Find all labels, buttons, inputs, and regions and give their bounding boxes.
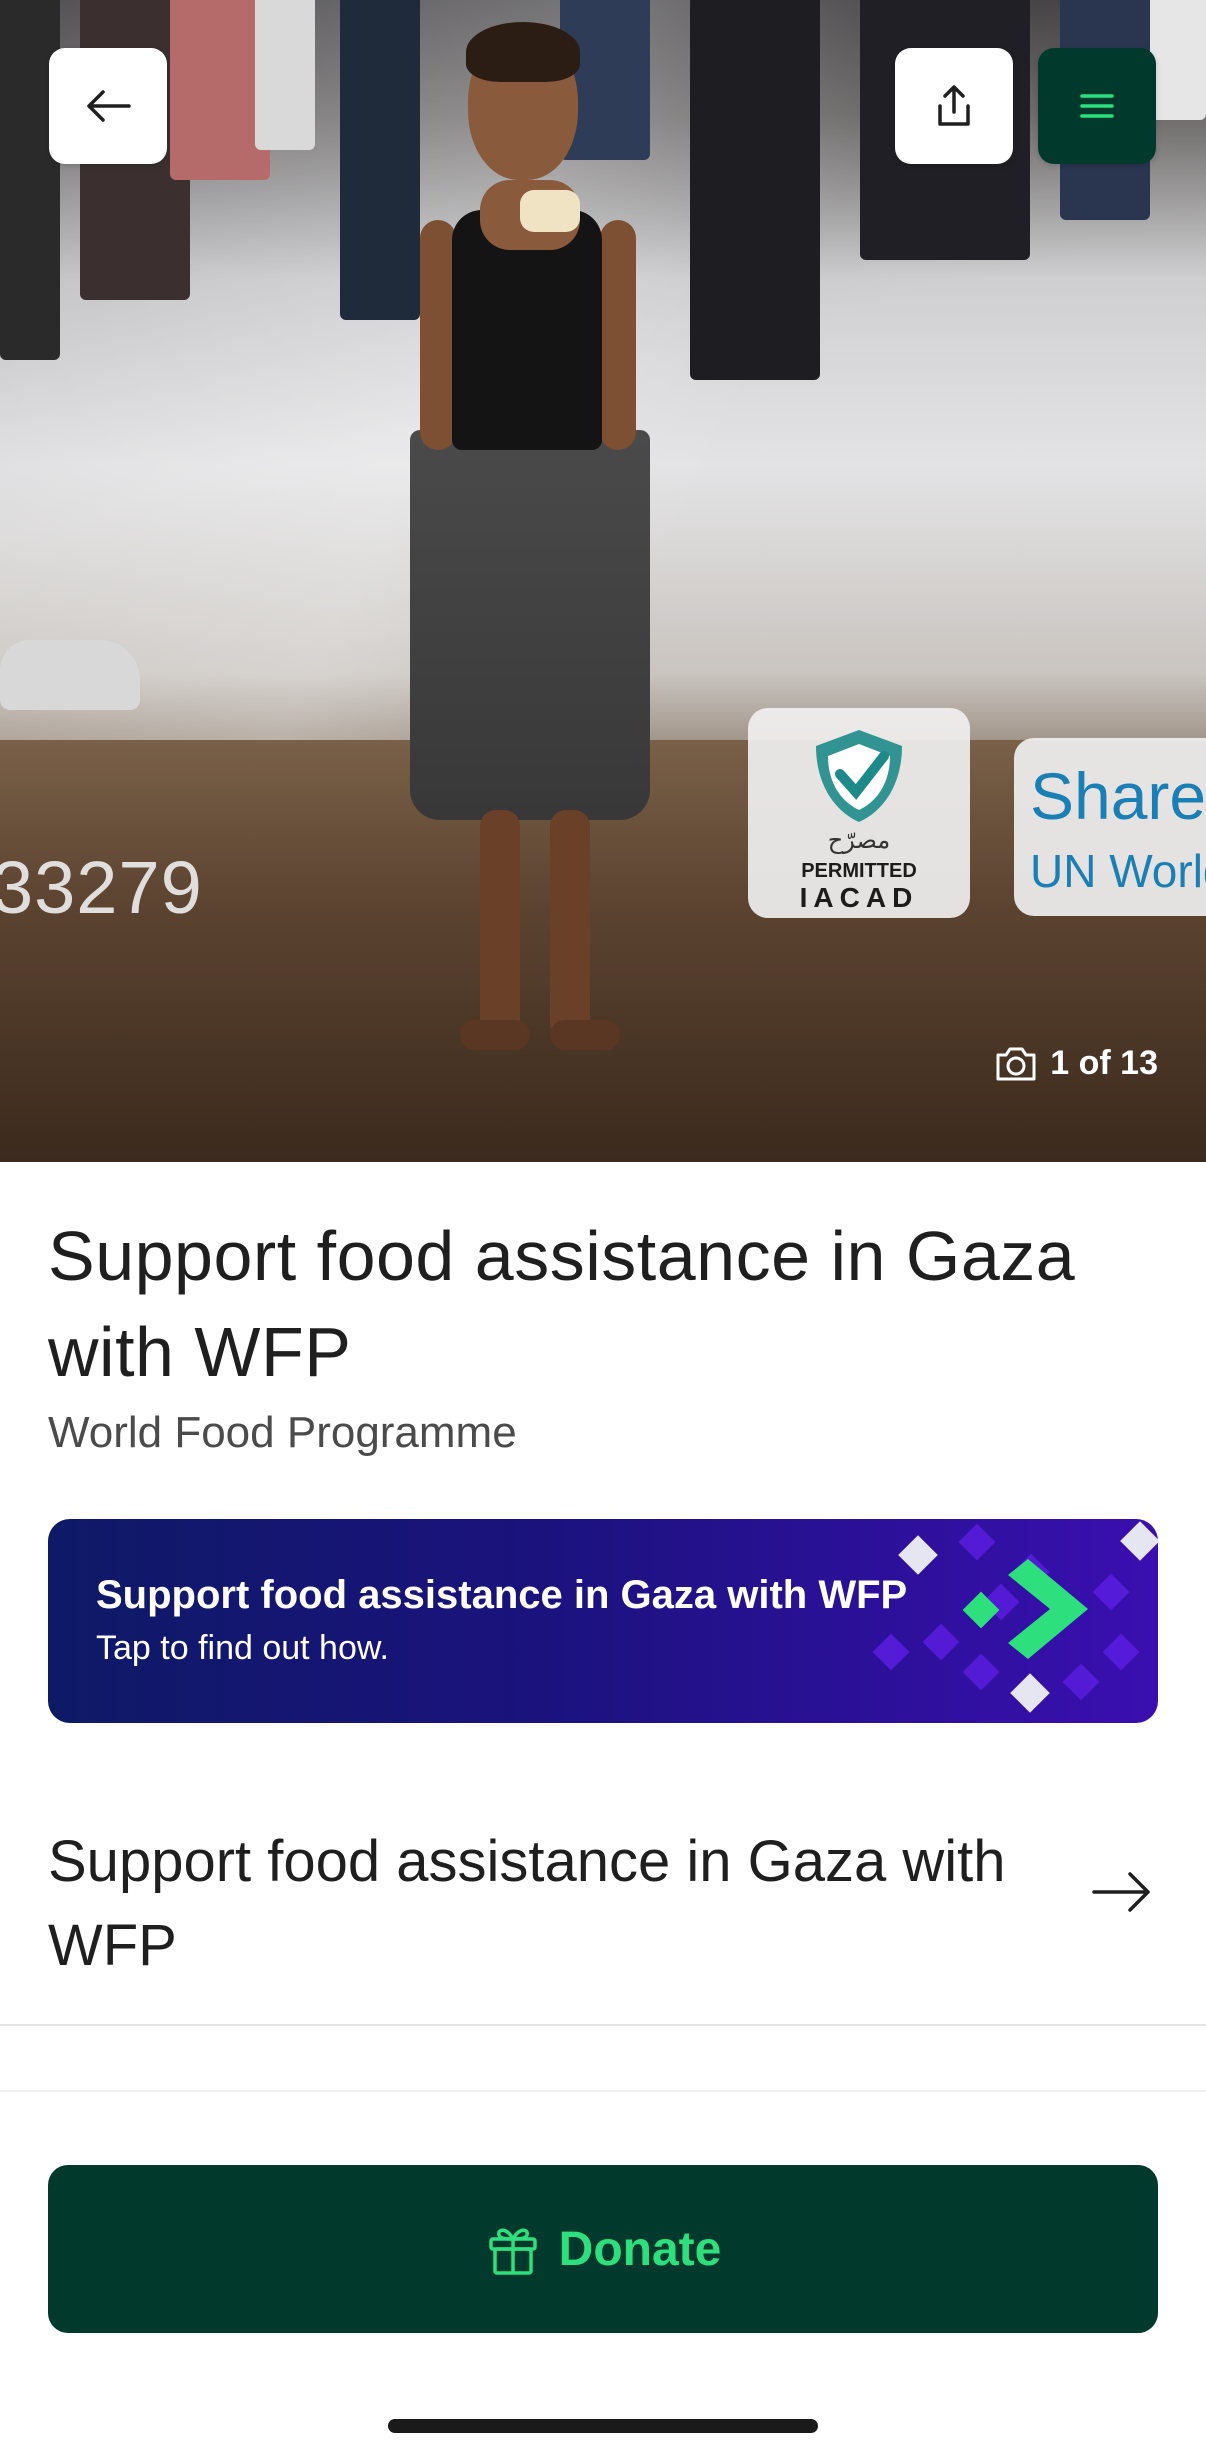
donate-label: Donate: [558, 2222, 722, 2276]
watermark-arabic: مصرّح: [827, 827, 891, 854]
pattern-art: [872, 1521, 1158, 1713]
child-figure: [400, 22, 680, 1110]
watermark-iacad: IACAD: [799, 882, 919, 913]
watermark-permitted: PERMITTED: [801, 860, 917, 882]
arrow-right-icon: [1092, 1872, 1150, 1912]
banner-title: Support food assistance in Gaza with WFP: [96, 1573, 908, 1617]
photo-counter[interactable]: 1 of 13: [994, 1044, 1158, 1083]
banner-subtitle: Tap to find out how.: [96, 1629, 389, 1667]
menu-button[interactable]: [1038, 48, 1156, 164]
watermark-un: UN World: [1030, 845, 1206, 897]
share-watermark: Share UN World: [1014, 738, 1206, 916]
campaign-link-row[interactable]: Support food assistance in Gaza with WFP: [0, 1770, 1206, 2026]
campaign-title: Support food assistance in Gaza with WFP: [48, 1217, 1076, 1391]
share-button[interactable]: [895, 48, 1013, 164]
overlay-number: 33279: [0, 846, 203, 929]
hamburger-menu-icon: [1080, 94, 1114, 118]
hero-image[interactable]: 33279 مصرّح PERMITTED IACAD Share UN Wor…: [0, 0, 1206, 1162]
divider: [0, 2090, 1206, 2092]
watermark-share: Share: [1030, 759, 1206, 833]
arrow-left-icon: [87, 90, 131, 122]
share-icon: [938, 85, 970, 126]
camera-icon: [996, 1047, 1036, 1080]
organization-name[interactable]: World Food Programme: [48, 1408, 517, 1458]
home-indicator[interactable]: [388, 2419, 818, 2433]
gift-icon: [488, 2228, 537, 2275]
permitted-watermark: مصرّح PERMITTED IACAD: [748, 708, 970, 918]
back-button[interactable]: [49, 48, 167, 164]
shield-check-icon: [816, 730, 902, 822]
photo-counter-label: 1 of 13: [1050, 1044, 1158, 1082]
shoe: [0, 640, 140, 710]
campaign-link-label: Support food assistance in Gaza with WFP: [48, 1829, 1006, 1978]
donate-button[interactable]: Donate: [48, 2165, 1158, 2333]
promo-banner[interactable]: Support food assistance in Gaza with WFP…: [48, 1519, 1158, 1723]
